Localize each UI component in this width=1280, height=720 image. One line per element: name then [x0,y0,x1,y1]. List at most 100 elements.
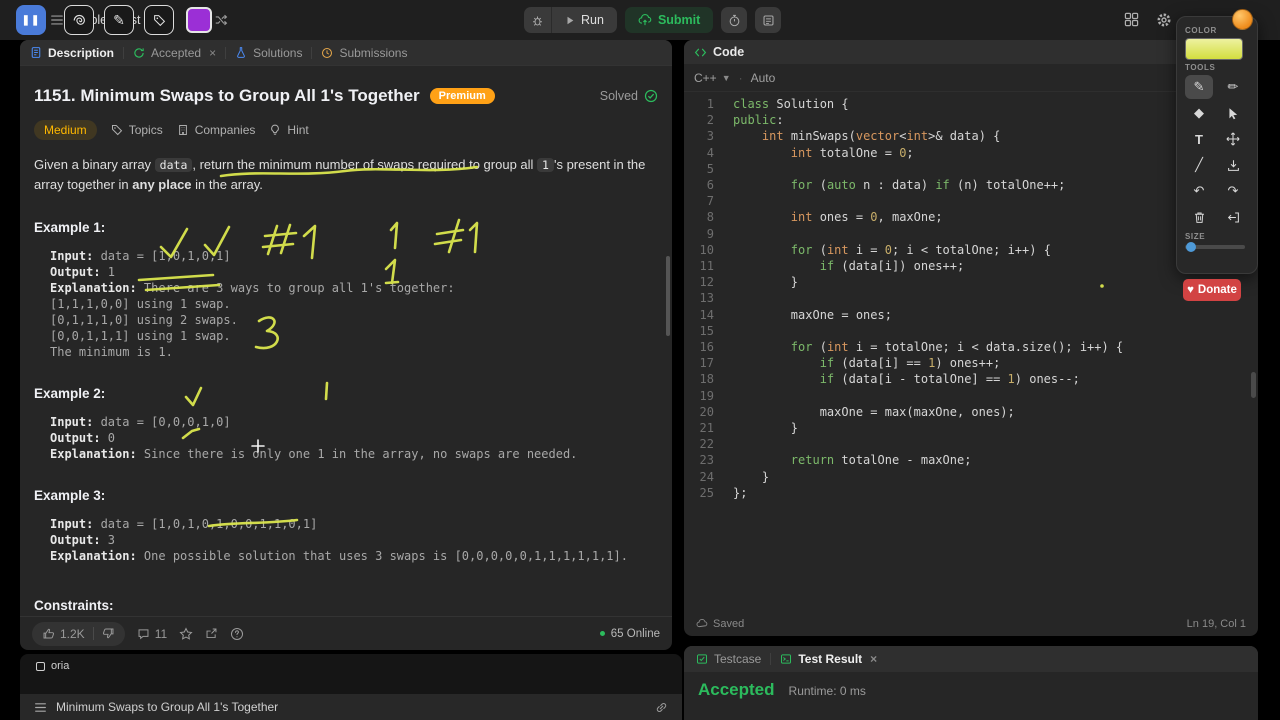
tools-grid: ✎ ✏ ◆ T ╱ ↶ ↷ [1185,75,1249,229]
companies-button[interactable]: Companies [177,123,255,137]
pause-button[interactable]: ❚❚ [16,5,46,35]
code-editor[interactable]: 1 2 3 4 5 6 7 8 9 10 11 12 13 14 15 16 17 18 19 20 21 22 23 24 2… [684,92,1258,612]
tab-test-result-label: Test Result [798,652,863,666]
premium-badge: Premium [429,88,495,104]
tool-text-icon[interactable]: T [1185,127,1213,151]
tag-tool-button[interactable] [144,5,174,35]
share-icon[interactable] [205,627,218,640]
tab-test-result[interactable]: Test Result × [780,652,877,666]
tool-undo-icon[interactable]: ↶ [1185,179,1213,203]
debug-button[interactable] [524,7,552,33]
language-selector[interactable]: C++ ▼ [694,71,731,85]
code-tab-label[interactable]: Code [713,45,744,59]
size-section-label: SIZE [1185,232,1206,241]
tab-solutions[interactable]: Solutions [235,46,302,60]
donate-button[interactable]: ♥ Donate [1183,279,1241,301]
example-label: Example 3: [34,488,106,503]
list-icon[interactable] [34,701,47,714]
tool-save-icon[interactable] [1219,153,1247,177]
auto-label[interactable]: Auto [751,71,776,85]
comment-icon [137,627,150,640]
tool-move-icon[interactable] [1219,127,1247,151]
online-indicator: 65 Online [599,628,660,640]
description-panel: Description Accepted × Solutions Submiss… [20,40,672,650]
tools-section-label: TOOLS [1185,63,1216,72]
annotation-tool-panel: COLOR TOOLS ✎ ✏ ◆ T ╱ ↶ ↷ SIZE [1176,16,1258,274]
tool-trash-icon[interactable] [1185,205,1213,229]
close-icon[interactable]: × [870,652,877,666]
pen-tool-button[interactable]: ✎ [104,5,134,35]
lasso-tool-button[interactable] [64,5,94,35]
problem-title: 1151. Minimum Swaps to Group All 1's Tog… [34,86,420,105]
editor-scrollbar[interactable] [1251,372,1256,398]
comments-button[interactable]: 11 [137,627,167,641]
thumbs-up-icon [42,627,55,640]
submit-button[interactable]: Submit [624,7,714,33]
tab-description-label: Description [48,45,115,60]
example-block: Example 3: Input: data = [1,0,1,0,1,0,0,1… [34,488,658,564]
tool-redo-icon[interactable]: ↷ [1219,179,1247,203]
tool-line-icon[interactable]: ╱ [1185,153,1213,177]
tab-divider [770,653,772,665]
timer-button[interactable] [721,7,748,33]
star-icon[interactable] [179,626,193,641]
inline-code-data: data [154,158,193,172]
run-button[interactable]: Run [552,7,617,33]
tab-divider [123,46,125,59]
tab-accepted[interactable]: Accepted × [133,46,216,60]
difficulty-badge[interactable]: Medium [34,120,97,140]
like-count: 1.2K [60,626,85,641]
solved-label: Solved [599,89,638,103]
close-icon[interactable]: × [209,46,216,60]
result-runtime: Runtime: 0 ms [788,684,866,698]
notes-button[interactable] [755,7,782,33]
building-icon [177,124,189,136]
partial-text: oria [51,660,70,672]
size-slider[interactable] [1185,242,1245,252]
bottom-toolbar: oria [20,654,682,694]
run-button-group: Run [524,7,617,33]
tag-icon [111,124,123,136]
size-slider-handle[interactable] [1186,242,1196,252]
tool-eraser-icon[interactable]: ◆ [1185,101,1213,125]
heart-icon: ♥ [1187,284,1194,296]
current-color-swatch[interactable] [1185,38,1243,60]
example-block: Example 2: Input: data = [0,0,0,1,0] Outpu… [34,386,658,462]
left-panel-scrollbar[interactable] [666,256,670,336]
result-status: Accepted [698,680,775,699]
code-panel: Code C++ ▼ · Auto 1 2 3 4 5 6 7 8 9 10 11 12 13 14 15 1… [684,40,1258,636]
tool-exit-icon[interactable] [1219,205,1247,229]
topics-button[interactable]: Topics [111,123,163,137]
tab-submissions[interactable]: Submissions [321,46,407,60]
line-numbers: 1 2 3 4 5 6 7 8 9 10 11 12 13 14 15 16 17 18 19 20 21 22 23 24 2… [699,97,714,500]
bottom-problem-title[interactable]: Minimum Swaps to Group All 1's Together [56,700,278,714]
tool-marker-icon[interactable]: ✏ [1219,75,1247,99]
gear-icon[interactable] [1156,12,1172,28]
link-icon[interactable] [655,701,668,714]
tool-pen-icon[interactable]: ✎ [1185,75,1213,99]
cloud-upload-icon [638,13,652,27]
shuffle-icon[interactable] [214,13,228,27]
tab-accepted-label: Accepted [151,45,202,60]
example-label: Example 1: [34,220,106,235]
tab-testcase[interactable]: Testcase [696,652,761,666]
thumbs-down-icon[interactable] [102,627,115,640]
tab-testcase-label: Testcase [714,652,762,666]
tool-cursor-icon[interactable] [1219,101,1247,125]
code-lines: class Solution {public: int minSwaps(vec… [733,97,1124,500]
example-pre: Input: data = [1,0,1,0,1] Output: 1 Explan… [50,249,455,359]
tab-description[interactable]: Description [30,46,114,60]
example-pre: Input: data = [1,0,1,0,1,0,0,1,1,0,1] Out… [50,517,628,563]
like-button[interactable]: 1.2K [42,627,85,641]
avatar[interactable] [1232,9,1253,30]
problem-content[interactable]: 1151. Minimum Swaps to Group All 1's Tog… [20,66,672,616]
hint-button[interactable]: Hint [269,123,309,137]
examples: Example 1: Input: data = [1,0,1,0,1] Outpu… [34,220,658,564]
vote-pill: 1.2K [32,621,125,646]
donate-label: Donate [1197,284,1237,296]
clock-icon [321,47,333,59]
help-icon[interactable] [230,627,244,641]
purple-color-swatch[interactable] [186,7,212,33]
layout-grid-icon[interactable] [1124,12,1139,27]
tab-divider [311,46,313,59]
